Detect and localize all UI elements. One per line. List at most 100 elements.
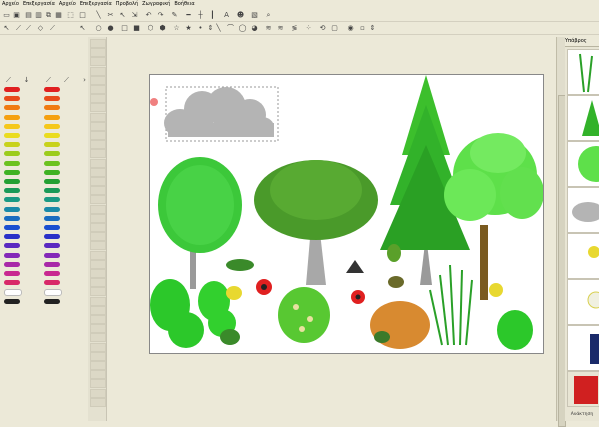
color-swatch[interactable] <box>4 114 20 120</box>
bush-left[interactable] <box>150 279 204 348</box>
person-icon[interactable]: ☻ <box>236 11 245 20</box>
oak-tree[interactable] <box>254 160 378 285</box>
arrow-icon[interactable]: ↖ <box>2 24 11 33</box>
color-swatch[interactable] <box>44 206 60 212</box>
wave-icon[interactable]: ≋ <box>264 24 273 33</box>
gallery-item-grass[interactable] <box>567 49 599 95</box>
color-swatch[interactable] <box>4 225 20 230</box>
fill-icon[interactable]: ⟋ <box>48 24 57 33</box>
color-swatch[interactable] <box>44 215 60 221</box>
color-swatch[interactable] <box>44 142 60 148</box>
color-swatch[interactable] <box>4 151 20 157</box>
filled-hexagon-icon[interactable]: ⬢ <box>158 24 167 33</box>
color-swatch[interactable] <box>4 271 20 276</box>
color-swatch[interactable] <box>44 225 60 230</box>
gallery-item-tree[interactable] <box>567 141 599 187</box>
dot-icon[interactable]: • <box>196 24 205 33</box>
filled-square-icon[interactable]: ■ <box>132 24 141 33</box>
palette-arrow-icon[interactable]: ↓ <box>22 76 31 85</box>
frame-icon[interactable]: ▢ <box>330 24 339 33</box>
open-icon[interactable]: ▤ <box>24 11 33 20</box>
color-swatch[interactable] <box>4 206 20 212</box>
color-swatch[interactable] <box>4 179 20 184</box>
color-swatch[interactable] <box>44 280 60 286</box>
color-swatch[interactable] <box>44 261 60 267</box>
color-swatch[interactable] <box>44 298 60 304</box>
small-leaf[interactable] <box>374 331 390 343</box>
color-swatch[interactable] <box>44 243 60 249</box>
hline-icon[interactable]: ━ <box>184 11 193 20</box>
select-icon[interactable]: ⬚ <box>66 11 75 20</box>
color-swatch[interactable] <box>44 197 60 203</box>
selection-handle[interactable] <box>150 98 158 106</box>
copy-icon[interactable]: ⧉ <box>44 11 53 20</box>
color-swatch[interactable] <box>44 234 60 240</box>
filled-circle-icon[interactable]: ● <box>106 24 115 33</box>
paste-icon[interactable]: ▦ <box>54 11 63 20</box>
color-swatch[interactable] <box>44 151 60 157</box>
pointer-icon[interactable]: ↖ <box>118 11 127 20</box>
line-tool-icon[interactable]: ╲ <box>94 11 103 20</box>
filled-star-icon[interactable]: ★ <box>184 24 193 33</box>
palette-brush-icon[interactable]: ⟋ <box>4 76 13 85</box>
daffodil[interactable] <box>226 286 242 300</box>
color-swatch[interactable] <box>4 234 20 240</box>
color-swatch[interactable] <box>4 197 20 203</box>
star-icon[interactable]: ☆ <box>172 24 181 33</box>
gallery-item-daffodil[interactable] <box>567 233 599 279</box>
color-swatch[interactable] <box>4 169 20 175</box>
oak-leaf[interactable] <box>220 329 240 345</box>
hexagon-icon[interactable]: ⬡ <box>146 24 155 33</box>
leaf-sprig[interactable] <box>226 259 254 271</box>
curve-icon[interactable]: ⌒ <box>226 24 235 33</box>
menu-edit[interactable]: Επεξεργασία <box>21 0 57 9</box>
grass-clump[interactable] <box>429 264 473 346</box>
olive-leaf[interactable] <box>388 276 404 288</box>
menu-view[interactable]: Προβολή <box>114 0 140 9</box>
pen-icon[interactable]: ⟋ <box>24 24 33 33</box>
color-swatch[interactable] <box>4 142 20 148</box>
color-swatch[interactable] <box>4 96 20 102</box>
resize-icon[interactable]: ⇲ <box>130 11 139 20</box>
size-label-icon[interactable]: ▫ <box>358 24 367 33</box>
gallery-item-cloud[interactable] <box>567 187 599 233</box>
color-swatch[interactable] <box>4 123 20 129</box>
color-swatch[interactable] <box>44 252 60 258</box>
color-swatch[interactable] <box>44 179 60 184</box>
new-icon[interactable]: ▭ <box>2 11 11 20</box>
redo-icon[interactable]: ↷ <box>156 11 165 20</box>
color-swatch[interactable] <box>4 243 20 249</box>
color-swatch[interactable] <box>4 188 20 194</box>
color-swatch[interactable] <box>4 215 20 221</box>
cloud-shape[interactable] <box>164 87 274 137</box>
vline-icon[interactable]: ┃ <box>208 11 217 20</box>
diagonal-line-icon[interactable]: ╲ <box>214 24 223 33</box>
spray-icon[interactable]: ⁘ <box>304 24 313 33</box>
zigzag-icon[interactable]: ≶ <box>290 24 299 33</box>
rotate-icon[interactable]: ⟲ <box>318 24 327 33</box>
color-swatch[interactable] <box>44 289 62 297</box>
gallery-item-daisy[interactable] <box>567 279 599 325</box>
print-icon[interactable]: ▥ <box>34 11 43 20</box>
cut-icon[interactable]: ✂ <box>106 11 115 20</box>
image-icon[interactable]: ▧ <box>250 11 259 20</box>
menu-file-2[interactable]: Αρχείο <box>57 0 78 9</box>
color-swatch[interactable] <box>4 298 20 304</box>
color-swatch[interactable] <box>44 96 60 102</box>
menu-help[interactable]: Βοήθεια <box>172 0 196 9</box>
arrow-select-icon[interactable]: ↖ <box>78 24 87 33</box>
canvas-scrollbar[interactable] <box>556 37 566 427</box>
menu-paint[interactable]: Ζωγραφική <box>140 0 172 9</box>
menu-file[interactable]: Αρχείο <box>0 0 21 9</box>
rect-tool-icon[interactable]: □ <box>78 11 87 20</box>
gallery-tab[interactable]: Υπάβρος <box>565 37 599 47</box>
size-stepper-icon[interactable]: ⇕ <box>368 24 377 33</box>
color-swatch[interactable] <box>44 160 60 166</box>
bubble-icon[interactable]: ◕ <box>250 24 259 33</box>
gallery-item-pine[interactable] <box>567 95 599 141</box>
brush-red-icon[interactable]: ⟋ <box>14 24 23 33</box>
freeform-icon[interactable]: ◯ <box>238 24 247 33</box>
text-tool-icon[interactable]: A <box>222 11 231 20</box>
color-swatch[interactable] <box>4 280 20 286</box>
size-icon[interactable]: ◉ <box>346 24 355 33</box>
